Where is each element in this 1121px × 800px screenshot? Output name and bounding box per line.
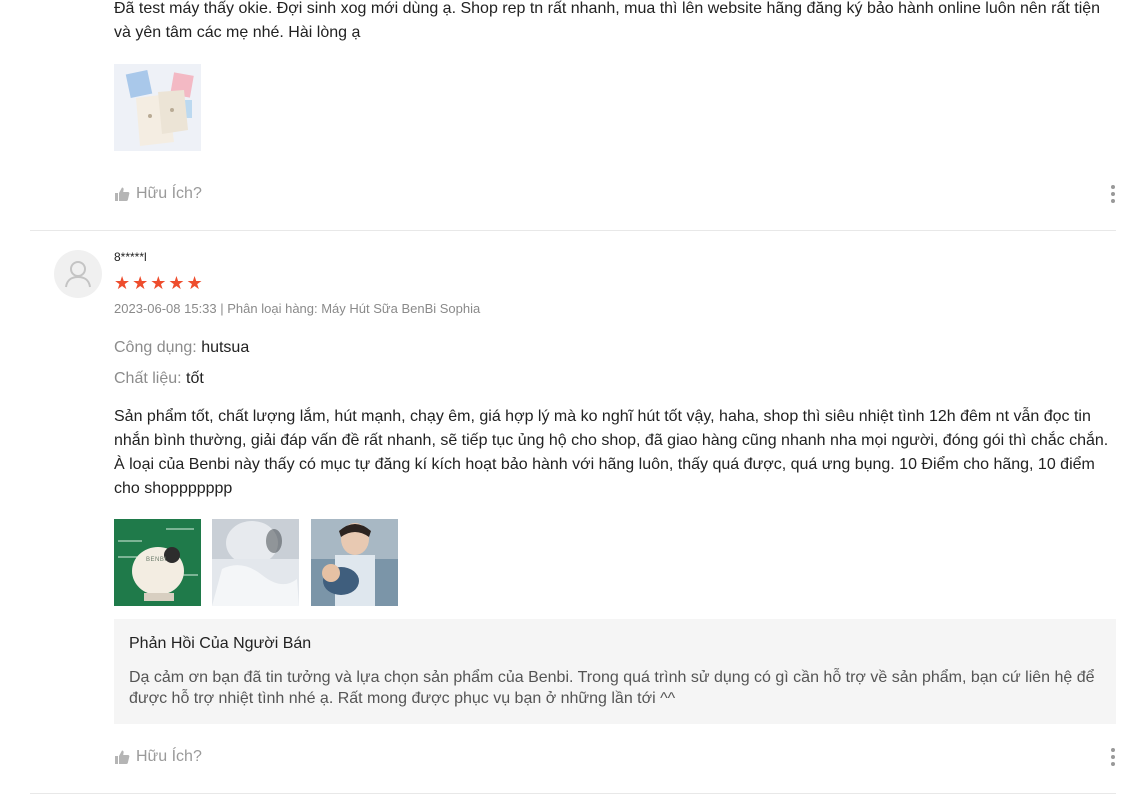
attribute-label: Chất liệu: xyxy=(114,370,182,387)
review-text: Sản phẩm tốt, chất lượng lắm, hút mạnh, … xyxy=(114,408,1109,497)
helpful-button[interactable]: Hữu Ích? xyxy=(114,748,202,766)
helpful-label: Hữu Ích? xyxy=(136,748,202,765)
review-divider xyxy=(30,230,1116,231)
product-photo xyxy=(114,64,201,151)
review-text: Đã test máy thấy okie. Đợi sinh xog mới … xyxy=(114,0,1101,41)
attribute-field: Chất liệu: tốt xyxy=(114,369,204,389)
product-photo xyxy=(212,519,299,606)
variant-label: Phân loại hàng: Máy Hút Sữa BenBi Sophia xyxy=(227,301,481,316)
review-divider xyxy=(30,793,1116,794)
review-image-thumbnail[interactable] xyxy=(311,519,398,606)
more-options-button[interactable] xyxy=(1110,185,1116,203)
meta-separator: | xyxy=(216,301,228,316)
more-vertical-icon xyxy=(1111,748,1115,752)
more-vertical-icon xyxy=(1111,185,1115,189)
product-photo xyxy=(311,519,398,606)
review-image-thumbnail[interactable] xyxy=(114,64,201,151)
attribute-label: Công dụng: xyxy=(114,339,197,356)
review-date: 2023-06-08 15:33 xyxy=(114,301,217,316)
product-brand-text: BENBI xyxy=(146,557,167,563)
seller-reply: Phản Hồi Của Người Bán Dạ cảm ơn bạn đã … xyxy=(114,619,1116,724)
attribute-field: Công dụng: hutsua xyxy=(114,338,249,358)
helpful-label: Hữu Ích? xyxy=(136,185,202,202)
attribute-value: hutsua xyxy=(201,339,250,356)
avatar-placeholder-icon xyxy=(65,261,91,288)
review-image-thumbnail[interactable] xyxy=(212,519,299,606)
thumbs-up-icon xyxy=(115,750,130,764)
attribute-value: tốt xyxy=(186,370,204,387)
review-meta: 2023-06-08 15:33 | Phân loại hàng: Máy H… xyxy=(114,301,480,316)
thumbs-up-icon xyxy=(115,187,130,201)
seller-reply-title: Phản Hồi Của Người Bán xyxy=(129,635,312,652)
reviewer-username: 8*****l xyxy=(114,250,147,264)
review-image-thumbnail[interactable]: BENBI xyxy=(114,519,201,606)
seller-reply-text: Dạ cảm ơn bạn đã tin tưởng và lựa chọn s… xyxy=(129,669,1095,707)
more-options-button[interactable] xyxy=(1110,748,1116,766)
avatar[interactable] xyxy=(54,250,102,298)
star-rating: ★★★★★ xyxy=(114,273,205,293)
helpful-button[interactable]: Hữu Ích? xyxy=(114,185,202,203)
